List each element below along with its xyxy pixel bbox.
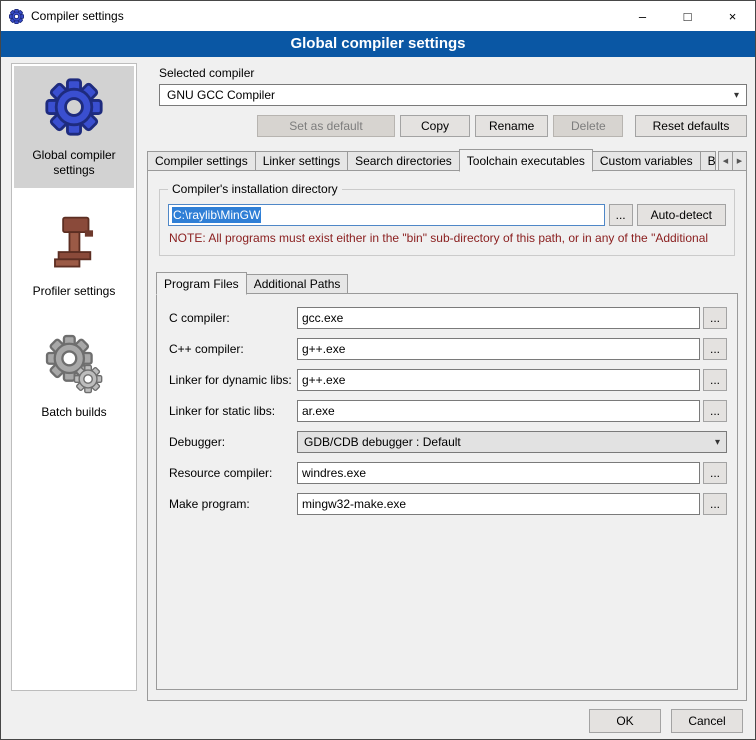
debugger-dropdown[interactable]: GDB/CDB debugger : Default ▾	[297, 431, 727, 453]
toolchain-executables-panel: Compiler's installation directory C:\ray…	[147, 170, 747, 701]
set-as-default-button[interactable]: Set as default	[257, 115, 395, 137]
field-row-linker-dynamic: Linker for dynamic libs: ...	[169, 369, 727, 391]
chevron-down-icon: ▾	[715, 437, 720, 448]
cpp-compiler-input[interactable]	[297, 338, 700, 360]
linker-static-input[interactable]	[297, 400, 700, 422]
tab-linker-settings[interactable]: Linker settings	[255, 151, 348, 171]
field-row-debugger: Debugger: GDB/CDB debugger : Default ▾	[169, 431, 727, 453]
field-row-c-compiler: C compiler: ...	[169, 307, 727, 329]
cancel-button[interactable]: Cancel	[671, 709, 743, 733]
main-panel: Selected compiler GNU GCC Compiler ▾ Set…	[147, 63, 747, 701]
profiler-tool-icon	[16, 210, 132, 276]
dialog-footer: OK Cancel	[1, 701, 755, 740]
c-compiler-label: C compiler:	[169, 311, 297, 325]
linker-dynamic-label: Linker for dynamic libs:	[169, 373, 297, 387]
sidebar-item-label: Global compiler settings	[16, 148, 132, 178]
window-title: Compiler settings	[31, 9, 620, 23]
selected-compiler-dropdown[interactable]: GNU GCC Compiler ▾	[159, 84, 747, 106]
program-files-tabstrip: Program Files Additional Paths	[156, 272, 738, 294]
titlebar: Compiler settings – □ ×	[1, 1, 755, 31]
linker-dynamic-input[interactable]	[297, 369, 700, 391]
copy-button[interactable]: Copy	[400, 115, 470, 137]
resource-compiler-input[interactable]	[297, 462, 700, 484]
cpp-compiler-browse-button[interactable]: ...	[703, 338, 727, 360]
sidebar-item-batch-builds[interactable]: Batch builds	[14, 323, 134, 430]
field-row-cpp-compiler: C++ compiler: ...	[169, 338, 727, 360]
installation-note: NOTE: All programs must exist either in …	[169, 231, 726, 245]
sidebar: Global compiler settings Profiler settin…	[11, 63, 137, 691]
field-row-make-program: Make program: ...	[169, 493, 727, 515]
tab-custom-variables[interactable]: Custom variables	[592, 151, 701, 171]
resource-compiler-browse-button[interactable]: ...	[703, 462, 727, 484]
tab-toolchain-executables[interactable]: Toolchain executables	[459, 149, 593, 172]
tab-scroll-right-icon[interactable]: ▶	[732, 151, 747, 171]
program-files-panel: C compiler: ... C++ compiler: ... Linker…	[156, 293, 738, 690]
tab-compiler-settings[interactable]: Compiler settings	[147, 151, 256, 171]
selected-compiler-value: GNU GCC Compiler	[167, 88, 275, 102]
sidebar-item-label: Profiler settings	[16, 284, 132, 299]
installation-directory-value: C:\raylib\MinGW	[172, 207, 261, 223]
c-compiler-browse-button[interactable]: ...	[703, 307, 727, 329]
dialog-header: Global compiler settings	[1, 31, 755, 57]
debugger-label: Debugger:	[169, 435, 297, 449]
linker-static-browse-button[interactable]: ...	[703, 400, 727, 422]
tab-search-directories[interactable]: Search directories	[347, 151, 460, 171]
app-gear-icon	[9, 8, 25, 24]
chevron-down-icon: ▾	[734, 90, 739, 101]
settings-tabstrip: Compiler settings Linker settings Search…	[147, 149, 747, 171]
tab-build-options[interactable]: Buil	[700, 151, 716, 171]
rename-button[interactable]: Rename	[475, 115, 548, 137]
linker-dynamic-browse-button[interactable]: ...	[703, 369, 727, 391]
make-program-label: Make program:	[169, 497, 297, 511]
compiler-settings-window: Compiler settings – □ × Global compiler …	[0, 0, 756, 740]
reset-defaults-button[interactable]: Reset defaults	[635, 115, 747, 137]
browse-directory-button[interactable]: ...	[609, 204, 633, 226]
compiler-button-row: Set as default Copy Rename Delete Reset …	[159, 115, 747, 137]
subtab-program-files[interactable]: Program Files	[156, 272, 247, 295]
field-row-linker-static: Linker for static libs: ...	[169, 400, 727, 422]
make-program-input[interactable]	[297, 493, 700, 515]
minimize-button[interactable]: –	[620, 1, 665, 31]
delete-button[interactable]: Delete	[553, 115, 623, 137]
sidebar-item-label: Batch builds	[16, 405, 132, 420]
resource-compiler-label: Resource compiler:	[169, 466, 297, 480]
debugger-value: GDB/CDB debugger : Default	[304, 435, 461, 449]
field-row-resource-compiler: Resource compiler: ...	[169, 462, 727, 484]
ok-button[interactable]: OK	[589, 709, 661, 733]
installation-directory-input[interactable]: C:\raylib\MinGW	[168, 204, 605, 226]
close-button[interactable]: ×	[710, 1, 755, 31]
maximize-button[interactable]: □	[665, 1, 710, 31]
installation-directory-group: Compiler's installation directory C:\ray…	[159, 189, 735, 256]
selected-compiler-label: Selected compiler	[159, 66, 747, 80]
installation-directory-group-title: Compiler's installation directory	[168, 182, 342, 196]
sidebar-item-profiler-settings[interactable]: Profiler settings	[14, 202, 134, 309]
blue-gear-icon	[16, 74, 132, 140]
linker-static-label: Linker for static libs:	[169, 404, 297, 418]
gray-gears-icon	[16, 331, 132, 397]
tab-scroll-left-icon[interactable]: ◀	[718, 151, 733, 171]
subtab-additional-paths[interactable]: Additional Paths	[246, 274, 349, 294]
c-compiler-input[interactable]	[297, 307, 700, 329]
cpp-compiler-label: C++ compiler:	[169, 342, 297, 356]
make-program-browse-button[interactable]: ...	[703, 493, 727, 515]
sidebar-item-global-compiler-settings[interactable]: Global compiler settings	[14, 66, 134, 188]
auto-detect-button[interactable]: Auto-detect	[637, 204, 726, 226]
